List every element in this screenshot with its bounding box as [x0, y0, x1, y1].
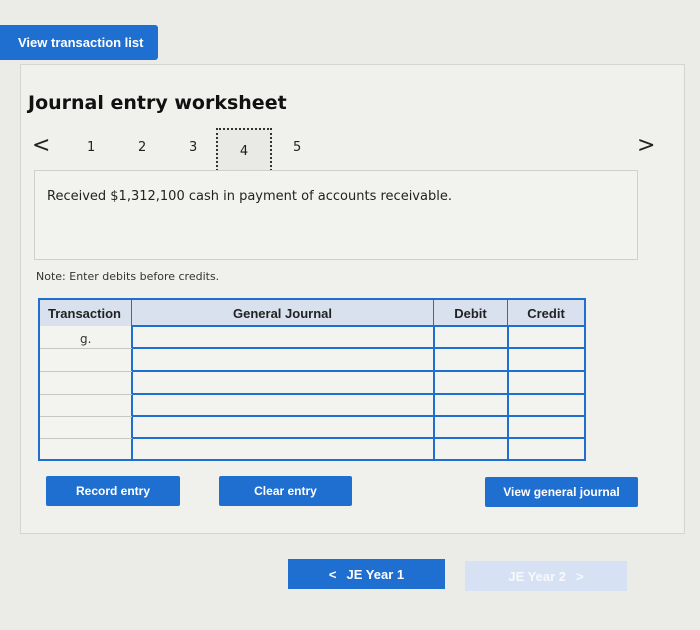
row-divider	[40, 371, 132, 372]
general-journal-select[interactable]	[133, 439, 433, 459]
credit-input[interactable]	[509, 327, 584, 347]
credit-input[interactable]	[509, 395, 584, 415]
record-entry-label: Record entry	[75, 484, 151, 498]
step-4-label: 4	[239, 144, 249, 159]
transaction-cell: g.	[80, 332, 92, 346]
credit-input[interactable]	[509, 417, 584, 437]
view-general-journal-button[interactable]: View general journal	[485, 477, 638, 507]
general-journal-select[interactable]	[133, 349, 433, 370]
next-step-chevron-icon[interactable]: >	[637, 133, 655, 158]
step-3[interactable]: 3	[189, 140, 197, 155]
debit-input[interactable]	[435, 439, 507, 459]
row-divider	[40, 348, 132, 349]
step-5[interactable]: 5	[293, 140, 301, 155]
header-transaction: Transaction	[40, 300, 132, 326]
credit-input[interactable]	[509, 349, 584, 370]
debit-input[interactable]	[435, 372, 507, 393]
prev-step-chevron-icon[interactable]: <	[32, 133, 50, 158]
debit-input[interactable]	[435, 349, 507, 370]
journal-entry-table: Transaction General Journal Debit Credit…	[38, 298, 586, 461]
step-1[interactable]: 1	[87, 140, 95, 155]
je-year-2-label: JE Year 2	[508, 568, 566, 584]
clear-entry-button[interactable]: Clear entry	[219, 476, 352, 506]
row-divider	[40, 416, 132, 417]
record-entry-button[interactable]: Record entry	[46, 476, 180, 506]
transaction-description-box: Received $1,312,100 cash in payment of a…	[34, 170, 638, 260]
clear-entry-label: Clear entry	[254, 484, 317, 498]
general-journal-select[interactable]	[133, 417, 433, 437]
note-text: Note: Enter debits before credits.	[36, 270, 220, 283]
header-general-journal: General Journal	[132, 300, 434, 326]
view-general-journal-label: View general journal	[503, 485, 620, 499]
general-journal-select[interactable]	[133, 395, 433, 415]
debit-input[interactable]	[435, 417, 507, 437]
step-2[interactable]: 2	[138, 140, 146, 155]
je-year-2-button: JE Year 2 >	[465, 561, 627, 591]
chevron-right-icon: >	[576, 568, 584, 584]
credit-input[interactable]	[509, 439, 584, 459]
view-transaction-list-button[interactable]: View transaction list	[0, 25, 158, 60]
row-divider	[40, 438, 132, 439]
view-transaction-list-label: View transaction list	[18, 35, 144, 50]
je-year-1-label: JE Year 1	[346, 566, 405, 582]
step-4-active[interactable]: 4	[216, 128, 272, 175]
general-journal-select[interactable]	[133, 327, 433, 347]
debit-input[interactable]	[435, 327, 507, 347]
credit-input[interactable]	[509, 372, 584, 393]
general-journal-select[interactable]	[133, 372, 433, 393]
header-credit: Credit	[508, 300, 584, 326]
row-divider	[40, 394, 132, 395]
debit-input[interactable]	[435, 395, 507, 415]
header-debit: Debit	[434, 300, 508, 326]
chevron-left-icon: <	[328, 566, 337, 582]
transaction-description: Received $1,312,100 cash in payment of a…	[47, 189, 452, 204]
je-year-1-button[interactable]: < JE Year 1	[288, 559, 445, 589]
page-title: Journal entry worksheet	[28, 92, 287, 114]
